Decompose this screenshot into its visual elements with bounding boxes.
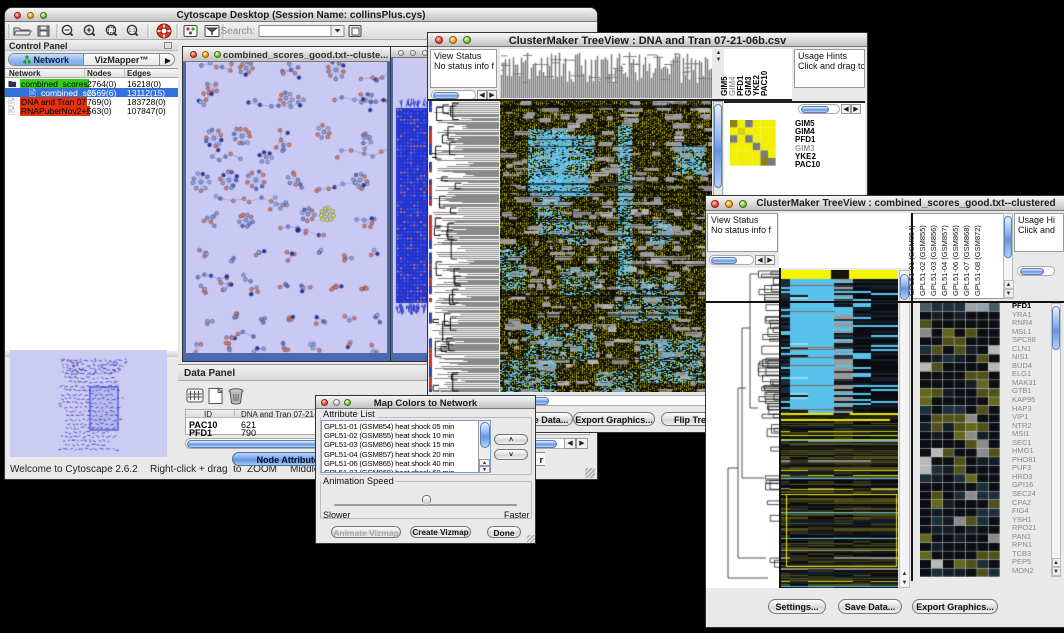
svg-text:Search:: Search: xyxy=(221,26,255,37)
svg-text:1:1: 1:1 xyxy=(129,28,136,34)
